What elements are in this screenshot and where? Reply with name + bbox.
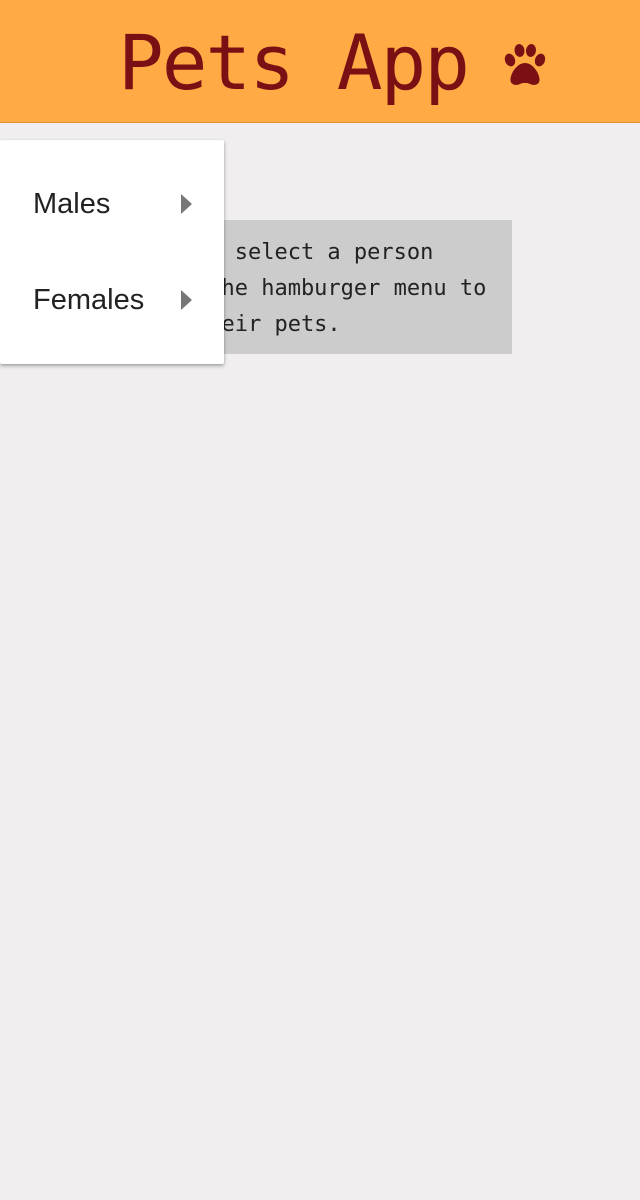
menu-item-females[interactable]: Females bbox=[0, 252, 224, 348]
app-title: Pets App bbox=[118, 18, 470, 107]
menu-item-label: Males bbox=[33, 188, 111, 220]
chevron-right-icon bbox=[181, 194, 192, 214]
menu-item-label: Females bbox=[33, 284, 145, 316]
menu-item-males[interactable]: Males bbox=[0, 156, 224, 252]
hamburger-dropdown-menu: Males Females bbox=[0, 140, 224, 364]
app-header: Pets App bbox=[0, 0, 640, 123]
chevron-right-icon bbox=[181, 290, 192, 310]
paw-icon bbox=[504, 44, 546, 85]
title-wrap: Pets App bbox=[118, 18, 548, 108]
